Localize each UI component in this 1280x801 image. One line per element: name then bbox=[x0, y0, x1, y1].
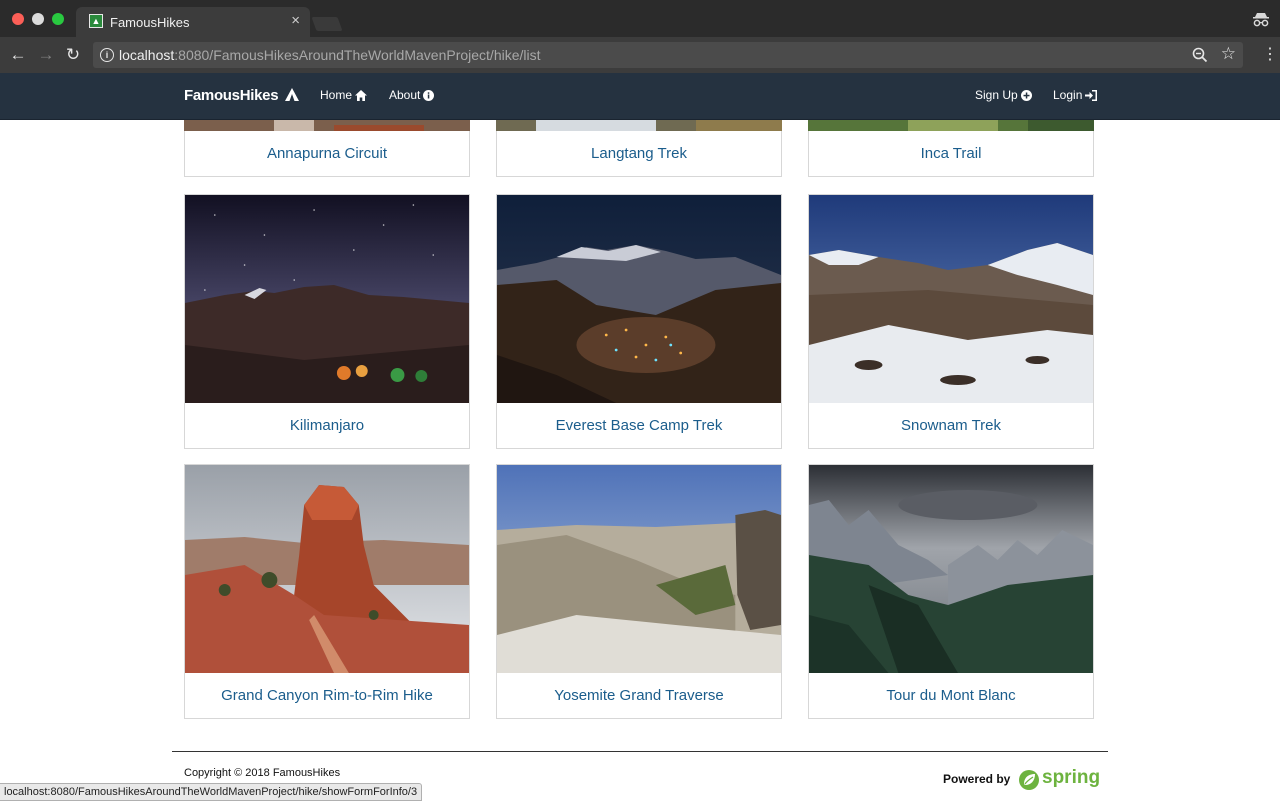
incognito-icon bbox=[1253, 13, 1269, 27]
hike-image[interactable] bbox=[496, 120, 782, 131]
hike-card[interactable]: Snownam Trek bbox=[808, 194, 1094, 449]
nav-about-link[interactable]: About bbox=[389, 88, 435, 102]
hike-image[interactable] bbox=[809, 195, 1093, 403]
hike-card[interactable]: Everest Base Camp Trek bbox=[496, 194, 782, 449]
hike-title[interactable]: Annapurna Circuit bbox=[267, 145, 387, 162]
brand-logo[interactable]: FamousHikes bbox=[184, 87, 300, 104]
hike-title[interactable]: Kilimanjaro bbox=[185, 403, 469, 448]
hike-image[interactable] bbox=[185, 195, 469, 403]
nav-home-label: Home bbox=[320, 88, 353, 102]
close-window-button[interactable] bbox=[12, 13, 24, 25]
tent-icon bbox=[285, 88, 300, 101]
site-navbar: FamousHikes Home About Sign Up Login bbox=[0, 73, 1280, 120]
reload-icon[interactable]: ↻ bbox=[63, 45, 83, 65]
hike-image[interactable] bbox=[809, 465, 1093, 673]
browser-tab[interactable]: ▲ FamousHikes × bbox=[76, 7, 310, 37]
nav-about-label: About bbox=[389, 88, 421, 102]
nav-login-label: Login bbox=[1053, 88, 1083, 102]
browser-titlebar: ▲ FamousHikes × bbox=[0, 0, 1280, 37]
copyright-text: Copyright © 2018 FamousHikes bbox=[184, 767, 341, 779]
address-url[interactable]: localhost:8080/FamousHikesAroundTheWorld… bbox=[119, 47, 541, 63]
hike-title[interactable]: Grand Canyon Rim-to-Rim Hike bbox=[185, 673, 469, 718]
forward-arrow-icon[interactable]: → bbox=[36, 45, 56, 65]
hike-title[interactable]: Everest Base Camp Trek bbox=[497, 403, 781, 448]
nav-signup-label: Sign Up bbox=[975, 88, 1018, 102]
hike-title[interactable]: Tour du Mont Blanc bbox=[809, 673, 1093, 718]
hike-card[interactable]: Kilimanjaro bbox=[184, 194, 470, 449]
hike-card[interactable]: Inca Trail bbox=[808, 131, 1094, 177]
info-circle-icon bbox=[423, 90, 435, 101]
spring-logo-text: spring bbox=[1042, 767, 1101, 788]
hike-image[interactable] bbox=[184, 120, 470, 131]
maximize-window-button[interactable] bbox=[52, 13, 64, 25]
zoom-icon[interactable] bbox=[1191, 46, 1209, 64]
new-tab-button[interactable] bbox=[311, 17, 343, 31]
home-icon bbox=[355, 90, 368, 101]
hike-title[interactable]: Snownam Trek bbox=[809, 403, 1093, 448]
hike-image[interactable] bbox=[497, 465, 781, 673]
plus-circle-icon bbox=[1020, 90, 1032, 101]
sign-in-icon bbox=[1085, 90, 1098, 101]
hike-image[interactable] bbox=[497, 195, 781, 403]
hike-card[interactable]: Grand Canyon Rim-to-Rim Hike bbox=[184, 464, 470, 719]
spring-leaf-icon bbox=[1019, 770, 1039, 790]
hike-card[interactable]: Langtang Trek bbox=[496, 131, 782, 177]
footer-divider bbox=[172, 751, 1108, 752]
powered-by-text: Powered by bbox=[943, 772, 1011, 786]
hike-image[interactable] bbox=[808, 120, 1094, 131]
hike-image[interactable] bbox=[185, 465, 469, 673]
hike-title[interactable]: Yosemite Grand Traverse bbox=[497, 673, 781, 718]
tab-title: FamousHikes bbox=[110, 15, 190, 30]
nav-login-link[interactable]: Login bbox=[1053, 88, 1098, 102]
hike-card[interactable]: Yosemite Grand Traverse bbox=[496, 464, 782, 719]
nav-home-link[interactable]: Home bbox=[320, 88, 368, 102]
status-bar-url: localhost:8080/FamousHikesAroundTheWorld… bbox=[0, 783, 423, 801]
tab-close-icon[interactable]: × bbox=[291, 12, 300, 29]
browser-toolbar: ← → ↻ i localhost:8080/FamousHikesAround… bbox=[0, 37, 1280, 73]
browser-menu-icon[interactable]: ⋮ bbox=[1262, 46, 1278, 64]
hiker-favicon-icon: ▲ bbox=[89, 14, 103, 28]
bookmark-star-icon[interactable]: ☆ bbox=[1221, 44, 1236, 64]
nav-signup-link[interactable]: Sign Up bbox=[975, 88, 1032, 102]
hike-card[interactable]: Annapurna Circuit bbox=[184, 131, 470, 177]
hike-title[interactable]: Inca Trail bbox=[921, 145, 982, 162]
hike-card[interactable]: Tour du Mont Blanc bbox=[808, 464, 1094, 719]
site-info-icon[interactable]: i bbox=[100, 48, 114, 62]
minimize-window-button[interactable] bbox=[32, 13, 44, 25]
hike-title[interactable]: Langtang Trek bbox=[591, 145, 687, 162]
address-bar[interactable]: i localhost:8080/FamousHikesAroundTheWor… bbox=[93, 42, 1243, 68]
back-arrow-icon[interactable]: ← bbox=[8, 45, 28, 65]
